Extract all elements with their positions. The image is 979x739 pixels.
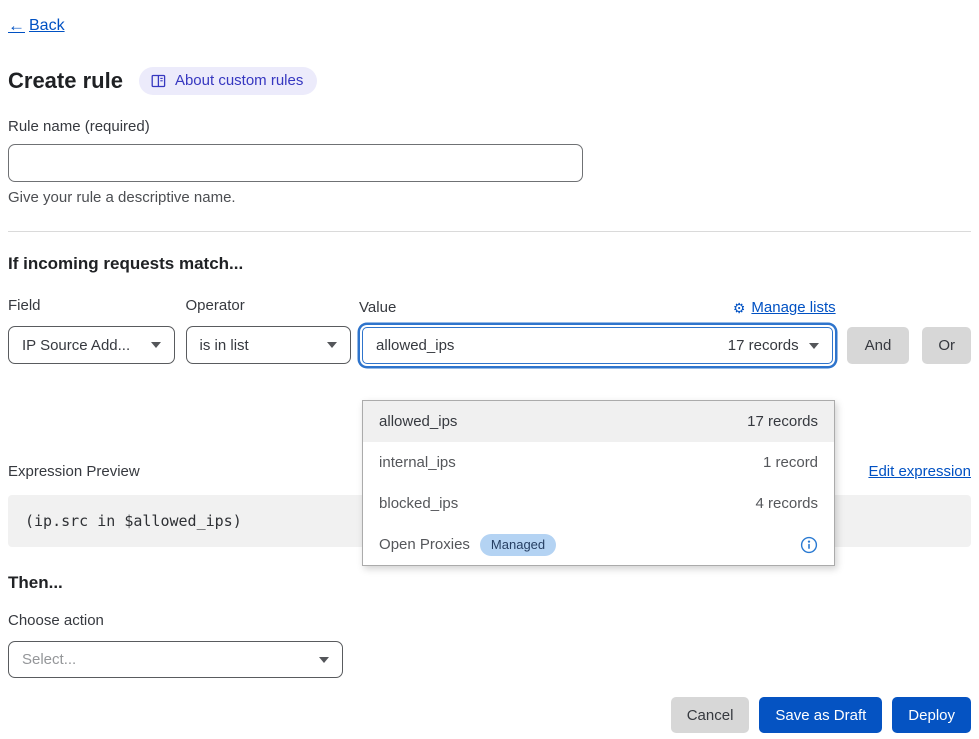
chevron-down-icon xyxy=(809,343,819,349)
back-button[interactable]: ←Back xyxy=(8,16,65,36)
cancel-button[interactable]: Cancel xyxy=(671,697,750,733)
book-icon xyxy=(151,74,166,88)
back-arrow-icon: ← xyxy=(8,16,25,36)
value-select[interactable]: allowed_ips 17 records xyxy=(362,327,833,364)
chevron-down-icon xyxy=(151,342,161,348)
value-label: Value xyxy=(359,299,396,316)
chevron-down-icon xyxy=(319,657,329,663)
operator-select-value: is in list xyxy=(200,337,249,354)
rule-name-helper: Give your rule a descriptive name. xyxy=(8,189,971,206)
heading-row: Create rule About custom rules xyxy=(8,67,971,95)
footer-actions: Cancel Save as Draft Deploy xyxy=(8,697,971,733)
choose-action-label: Choose action xyxy=(8,612,971,629)
condition-row: Field IP Source Add... Operator is in li… xyxy=(8,297,971,364)
deploy-button[interactable]: Deploy xyxy=(892,697,971,733)
back-label: Back xyxy=(29,17,65,35)
manage-lists-label: Manage lists xyxy=(751,299,835,316)
list-option-name: Open Proxies xyxy=(379,536,470,553)
chevron-down-icon xyxy=(327,342,337,348)
list-option-records: 1 record xyxy=(763,454,818,471)
about-custom-rules-link[interactable]: About custom rules xyxy=(139,67,317,95)
and-button[interactable]: And xyxy=(847,327,910,364)
page-title: Create rule xyxy=(8,68,123,94)
or-button[interactable]: Or xyxy=(922,327,971,364)
list-option-name: allowed_ips xyxy=(379,413,457,430)
action-select-placeholder: Select... xyxy=(22,651,76,668)
value-select-name: allowed_ips xyxy=(376,337,454,354)
value-select-right: 17 records xyxy=(728,337,819,354)
rule-name-label: Rule name (required) xyxy=(8,118,971,135)
rule-name-input[interactable] xyxy=(8,144,583,182)
value-select-count: 17 records xyxy=(728,337,799,354)
save-as-draft-button[interactable]: Save as Draft xyxy=(759,697,882,733)
manage-lists-link[interactable]: ⚙ Manage lists xyxy=(733,299,836,316)
value-label-row: Value ⚙ Manage lists xyxy=(359,299,836,316)
list-option-name: blocked_ips xyxy=(379,495,458,512)
about-badge-label: About custom rules xyxy=(175,72,303,89)
action-select[interactable]: Select... xyxy=(8,641,343,678)
field-label: Field xyxy=(8,297,175,314)
match-section-heading: If incoming requests match... xyxy=(8,254,971,274)
value-column: Value ⚙ Manage lists allowed_ips 17 reco… xyxy=(359,299,836,364)
operator-label: Operator xyxy=(186,297,352,314)
operator-select[interactable]: is in list xyxy=(186,326,352,364)
list-option-blocked-ips[interactable]: blocked_ips 4 records xyxy=(363,483,834,524)
operator-column: Operator is in list xyxy=(186,297,352,364)
list-option-open-proxies[interactable]: Open Proxies Managed xyxy=(363,524,834,565)
list-option-left: Open Proxies Managed xyxy=(379,534,556,556)
list-dropdown-panel: allowed_ips 17 records internal_ips 1 re… xyxy=(362,400,835,566)
section-divider xyxy=(8,231,971,232)
list-option-allowed-ips[interactable]: allowed_ips 17 records xyxy=(363,401,834,442)
create-rule-page: ←Back Create rule About custom rules Rul… xyxy=(0,0,979,733)
field-select-value: IP Source Add... xyxy=(22,337,130,354)
edit-expression-link[interactable]: Edit expression xyxy=(868,463,971,480)
list-option-internal-ips[interactable]: internal_ips 1 record xyxy=(363,442,834,483)
list-option-records: 17 records xyxy=(747,413,818,430)
then-section-heading: Then... xyxy=(8,573,971,593)
back-row: ←Back xyxy=(8,16,971,36)
field-column: Field IP Source Add... xyxy=(8,297,175,364)
managed-badge: Managed xyxy=(480,534,556,556)
expression-preview-text: (ip.src in $allowed_ips) xyxy=(25,512,242,530)
gear-icon: ⚙ xyxy=(733,301,746,315)
info-icon[interactable] xyxy=(800,536,818,554)
list-option-name: internal_ips xyxy=(379,454,456,471)
list-option-records: 4 records xyxy=(756,495,819,512)
field-select[interactable]: IP Source Add... xyxy=(8,326,175,364)
expression-preview-label: Expression Preview xyxy=(8,463,140,480)
